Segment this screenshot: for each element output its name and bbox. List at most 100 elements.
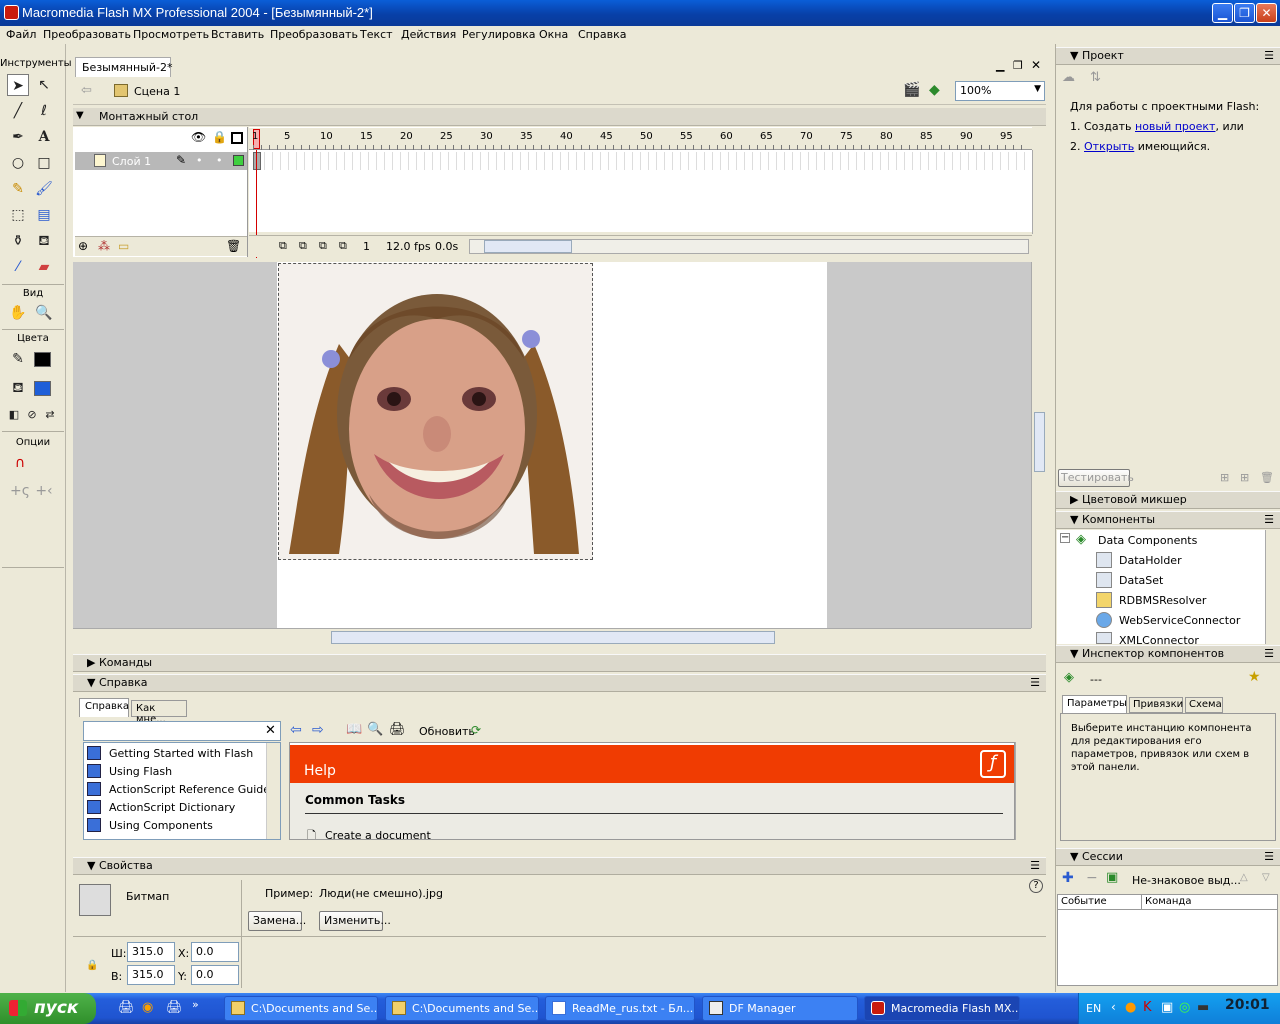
tab-how-do-i[interactable]: Как мне... xyxy=(131,700,187,725)
timeline-header[interactable]: ▼ Монтажный стол xyxy=(73,108,1046,126)
forward-icon[interactable]: ⇨ xyxy=(312,722,324,738)
refresh-icon[interactable]: ⟳ xyxy=(471,723,481,737)
panel-menu-icon[interactable]: ☰ xyxy=(1030,675,1040,691)
tray-app-icon[interactable]: ◎ xyxy=(1179,1000,1190,1015)
constrain-lock-icon[interactable]: 🔒 xyxy=(86,960,98,971)
component-item[interactable]: RDBMSResolver xyxy=(1119,594,1206,607)
menu-view[interactable]: Просмотреть xyxy=(133,28,209,41)
quicklaunch-icon[interactable]: 🖨 xyxy=(118,1000,135,1015)
menu-text[interactable]: Текст xyxy=(360,28,393,41)
lock-icon[interactable]: 🔒 xyxy=(212,130,227,144)
show-hide-eye-icon[interactable]: 👁 xyxy=(191,130,206,144)
search-icon[interactable]: 🔍 xyxy=(367,722,383,737)
help-panel-header[interactable]: ▼ Справка ☰ xyxy=(73,674,1046,692)
edit-button[interactable]: Изменить... xyxy=(319,911,391,931)
column-header-event[interactable]: Событие xyxy=(1058,895,1142,910)
swap-colors-icon[interactable]: ⇄ xyxy=(39,404,61,426)
tray-app-icon[interactable]: K xyxy=(1143,1000,1152,1015)
menu-actions[interactable]: Действия xyxy=(401,28,456,41)
line-tool-icon[interactable]: ╱ xyxy=(7,100,29,122)
rectangle-tool-icon[interactable]: □ xyxy=(33,152,55,174)
outline-color-icon[interactable] xyxy=(233,155,244,166)
pencil-tool-icon[interactable]: ✎ xyxy=(7,178,29,200)
chevron-expand-icon[interactable]: » xyxy=(192,998,199,1011)
tray-app-icon[interactable]: ● xyxy=(1125,1000,1136,1015)
delete-icon[interactable]: 🗑 xyxy=(1260,471,1274,484)
list-item[interactable]: Using Flash xyxy=(109,765,172,778)
taskbar-item[interactable]: DF Manager xyxy=(702,996,858,1021)
edit-scene-icon[interactable]: 🎬 xyxy=(903,82,920,98)
tab-parameters[interactable]: Параметры xyxy=(1062,695,1127,713)
list-item[interactable]: ActionScript Reference Guide xyxy=(109,783,270,796)
timeline-hscroll[interactable] xyxy=(469,239,1029,254)
fill-color-swatch[interactable] xyxy=(34,381,51,396)
list-scrollbar[interactable] xyxy=(266,743,280,839)
snap-magnet-icon[interactable]: ∩ xyxy=(9,452,31,474)
width-field[interactable]: 315.0 xyxy=(127,942,175,962)
keyframe[interactable] xyxy=(253,152,261,170)
help-content-scrollbar[interactable] xyxy=(1015,742,1031,840)
x-field[interactable]: 0.0 xyxy=(191,942,239,962)
quicklaunch-icon[interactable]: 🖨 xyxy=(166,1000,183,1015)
help-search-input[interactable] xyxy=(83,721,281,741)
properties-panel-header[interactable]: ▼ Свойства ☰ xyxy=(73,857,1046,875)
list-item[interactable]: Using Components xyxy=(109,819,213,832)
paint-bucket-tool-icon[interactable]: ⛾ xyxy=(33,230,55,252)
maximize-button[interactable]: ❐ xyxy=(1234,3,1255,23)
document-tab[interactable]: Безымянный-2* xyxy=(75,57,172,77)
flash-app-icon[interactable] xyxy=(4,5,19,20)
close-button[interactable]: ✕ xyxy=(1256,3,1277,23)
taskbar-item[interactable]: Macromedia Flash MX... xyxy=(864,996,1020,1021)
fill-transform-tool-icon[interactable]: ▤ xyxy=(33,204,55,226)
move-up-icon[interactable]: △ xyxy=(1240,872,1248,883)
commands-panel-header[interactable]: ▶ Команды xyxy=(73,654,1046,672)
doc-restore-icon[interactable]: ❐ xyxy=(1013,59,1023,72)
scroll-thumb[interactable] xyxy=(1034,412,1045,472)
edit-symbols-icon[interactable]: ◆ xyxy=(929,82,940,98)
stage-vscroll[interactable] xyxy=(1031,262,1047,628)
zoom-tool-icon[interactable]: 🔍 xyxy=(33,302,55,324)
component-item[interactable]: XMLConnector xyxy=(1119,634,1199,644)
component-inspector-header[interactable]: ▼ Инспектор компонентов ☰ xyxy=(1056,645,1280,663)
help-book-list[interactable]: Getting Started with Flash Using Flash A… xyxy=(83,742,281,840)
project-sort-icon[interactable]: ⇅ xyxy=(1090,70,1101,85)
color-mixer-panel-header[interactable]: ▶ Цветовой микшер xyxy=(1056,491,1280,509)
column-header-command[interactable]: Команда xyxy=(1142,895,1278,910)
menu-transform[interactable]: Преобразовать xyxy=(270,28,358,41)
open-project-link[interactable]: Открыть xyxy=(1084,140,1134,153)
session-dropdown[interactable]: Не-знаковое выд... xyxy=(1132,874,1241,887)
components-scrollbar[interactable] xyxy=(1265,530,1280,644)
center-frame-icon[interactable]: ⧉ xyxy=(279,239,287,253)
add-icon[interactable]: ✚ xyxy=(1062,870,1074,886)
component-item[interactable]: DataHolder xyxy=(1119,554,1182,567)
tab-help[interactable]: Справка xyxy=(79,698,129,717)
layer-row[interactable]: Слой 1 ✎ • • xyxy=(75,152,247,170)
back-icon[interactable]: ⇦ xyxy=(290,722,302,738)
panel-menu-icon[interactable]: ☰ xyxy=(1264,849,1274,865)
language-indicator[interactable]: EN xyxy=(1086,1002,1101,1015)
collapse-tree-icon[interactable]: − xyxy=(1060,533,1070,543)
scroll-thumb[interactable] xyxy=(484,240,572,253)
menu-modify[interactable]: Преобразовать xyxy=(43,28,131,41)
taskbar-item[interactable]: C:\Documents and Se... xyxy=(385,996,539,1021)
sessions-panel-header[interactable]: ▼ Сессии ☰ xyxy=(1056,848,1280,866)
clear-search-icon[interactable]: ✕ xyxy=(265,723,276,738)
frame-rate[interactable]: 12.0 fps xyxy=(386,240,431,253)
insert-layer-icon[interactable]: ⊕ xyxy=(78,239,88,253)
visibility-dot-icon[interactable]: • xyxy=(196,154,203,167)
taskbar-item[interactable]: ReadMe_rus.txt - Бл... xyxy=(545,996,695,1021)
component-item[interactable]: DataSet xyxy=(1119,574,1163,587)
add-motion-guide-icon[interactable]: ⁂ xyxy=(98,239,110,253)
smooth-icon[interactable]: +ς xyxy=(9,480,31,502)
tab-bindings[interactable]: Привязки xyxy=(1129,697,1183,713)
tray-app-icon[interactable]: ▣ xyxy=(1161,1000,1173,1015)
list-item[interactable]: ActionScript Dictionary xyxy=(109,801,235,814)
hand-tool-icon[interactable]: ✋ xyxy=(7,302,29,324)
menu-file[interactable]: Файл xyxy=(6,28,36,41)
minimize-button[interactable]: ▁ xyxy=(1212,3,1233,23)
print-icon[interactable]: 🖨 xyxy=(389,722,406,737)
lasso-tool-icon[interactable]: ℓ xyxy=(33,100,55,122)
onion-skin-icon[interactable]: ⧉ xyxy=(299,239,307,253)
lock-dot-icon[interactable]: • xyxy=(216,154,223,167)
brush-tool-icon[interactable]: 🖌 xyxy=(33,178,55,200)
